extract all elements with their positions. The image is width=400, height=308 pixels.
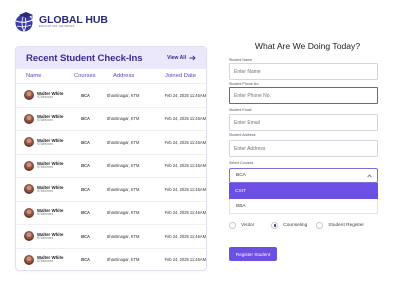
- student-phone: 97##xxxxx: [37, 188, 54, 193]
- table-row[interactable]: Walter White 97##xxxxx BCA Shantinagar, KTM…: [16, 108, 206, 131]
- view-all-label: View All: [167, 55, 186, 61]
- student-phone: 97##xxxxx: [37, 94, 54, 99]
- student-cell: Walter White 97##xxxxx: [16, 160, 67, 171]
- student-email-label: Student Email: [229, 108, 252, 112]
- radio-counseling[interactable]: Counseling: [271, 222, 307, 229]
- radio-counseling-indicator[interactable]: [271, 222, 279, 229]
- brand-tagline: EDUCATION NETWORK: [39, 25, 75, 29]
- table-row[interactable]: Walter White 97##xxxxx BCA Shantinagar, KTM…: [16, 84, 206, 108]
- radio-visitor[interactable]: Visitor: [229, 222, 254, 229]
- student-address-input[interactable]: [229, 140, 378, 157]
- recent-checkins-panel: Recent Student Check-Ins View All Name C…: [15, 46, 207, 271]
- joined-date: Feb 24, 2025 11:45AM: [164, 257, 206, 263]
- student-address: Shantinagar, KTM: [106, 116, 140, 122]
- avatar: [24, 113, 34, 124]
- student-address: Shantinagar, KTM: [106, 210, 140, 216]
- joined-date: Feb 24, 2025 11:45AM: [164, 163, 206, 169]
- student-course: BCA: [81, 233, 91, 239]
- student-course: BCA: [81, 92, 91, 98]
- joined-date: Feb 24, 2025 11:45AM: [164, 186, 206, 192]
- student-course: BCA: [81, 163, 91, 169]
- panel-title: Recent Student Check-Ins: [26, 52, 143, 64]
- student-cell: Walter White 97##xxxxx: [16, 207, 67, 218]
- student-cell: Walter White 97##xxxxx: [16, 90, 67, 101]
- avatar: [24, 90, 34, 101]
- student-address: Shantinagar, KTM: [106, 257, 140, 263]
- student-email-input[interactable]: [229, 114, 378, 131]
- avatar: [24, 254, 34, 265]
- globe-graduation-cap-icon: [13, 11, 37, 33]
- column-header-joined-date: Joined Date: [165, 73, 196, 79]
- table-row[interactable]: Walter White 97##xxxxx BCA Shantinagar, KTM…: [16, 131, 206, 155]
- radio-student-register[interactable]: Student Register: [316, 222, 364, 229]
- student-cell: Walter White 97##xxxxx: [16, 254, 67, 265]
- courses-selected-value: BCA: [236, 173, 246, 178]
- student-phone: 97##xxxxx: [37, 141, 54, 146]
- joined-date: Feb 24, 2025 11:45AM: [164, 139, 206, 145]
- table-row[interactable]: Walter White 97##xxxxx BCA Shantinagar, KTM…: [16, 249, 206, 271]
- student-cell: Walter White 97##xxxxx: [16, 184, 67, 195]
- student-address: Shantinagar, KTM: [106, 92, 140, 98]
- student-address: Shantinagar, KTM: [106, 163, 140, 169]
- radio-visitor-label: Visitor: [241, 223, 255, 228]
- student-phone-input[interactable]: [229, 87, 378, 104]
- radio-student-register-label: Student Register: [328, 223, 364, 228]
- radio-counseling-label: Counseling: [283, 223, 308, 228]
- student-cell: Walter White 97##xxxxx: [16, 113, 67, 124]
- chevron-up-icon: [367, 173, 372, 177]
- joined-date: Feb 24, 2025 11:45AM: [164, 116, 206, 122]
- student-cell: Walter White 97##xxxxx: [16, 231, 67, 242]
- student-phone: 97##xxxxx: [37, 259, 54, 264]
- form-title: What Are We Doing Today?: [254, 41, 361, 51]
- radio-visitor-indicator[interactable]: [229, 222, 236, 229]
- student-course: BCA: [81, 210, 91, 216]
- courses-select[interactable]: BCA: [229, 168, 378, 183]
- joined-date: Feb 24, 2025 11:45AM: [164, 210, 206, 216]
- student-phone: 97##xxxxx: [37, 235, 54, 240]
- student-course: BCA: [81, 116, 91, 122]
- student-address: Shantinagar, KTM: [106, 233, 140, 239]
- panel-header: Recent Student Check-Ins View All: [16, 47, 206, 69]
- table-row[interactable]: Walter White 97##xxxxx BCA Shantinagar, KTM…: [16, 225, 206, 249]
- course-option-bba[interactable]: BBA: [229, 199, 378, 214]
- student-address: Shantinagar, KTM: [106, 186, 140, 192]
- arrow-right-icon: [189, 55, 196, 61]
- column-header-courses: Courses: [74, 73, 96, 79]
- table-row[interactable]: Walter White 97##xxxxx BCA Shantinagar, KTM…: [16, 155, 206, 178]
- student-address: Shantinagar, KTM: [106, 139, 140, 145]
- table-body: Walter White 97##xxxxx BCA Shantinagar, KTM…: [16, 84, 206, 271]
- avatar: [24, 184, 34, 195]
- avatar: [24, 207, 34, 218]
- column-header-address: Address: [113, 73, 135, 79]
- student-address-label: Student Address: [229, 133, 256, 137]
- student-phone: 97##xxxxx: [37, 212, 54, 217]
- student-name-label: Student Name: [229, 58, 252, 62]
- table-row[interactable]: Walter White 97##xxxxx BCA Shantinagar, KTM…: [16, 178, 206, 202]
- select-courses-label: Select Courses: [229, 161, 254, 165]
- student-name-input[interactable]: [229, 63, 378, 80]
- avatar: [24, 231, 34, 242]
- radio-student-register-indicator[interactable]: [316, 222, 324, 229]
- student-course: BCA: [81, 186, 91, 192]
- student-cell: Walter White 97##xxxxx: [16, 137, 67, 148]
- register-student-button[interactable]: Register Student: [229, 247, 277, 261]
- avatar: [24, 160, 34, 171]
- joined-date: Feb 24, 2025 11:45AM: [164, 92, 206, 98]
- joined-date: Feb 24, 2025 11:45AM: [164, 233, 206, 239]
- table-row[interactable]: Walter White 97##xxxxx BCA Shantinagar, KTM…: [16, 202, 206, 225]
- student-phone: 97##xxxxx: [37, 118, 54, 123]
- view-all-link[interactable]: View All: [167, 55, 196, 61]
- student-course: BCA: [81, 257, 91, 263]
- table-header: Name Courses Address Joined Date: [16, 69, 206, 84]
- student-course: BCA: [81, 139, 91, 145]
- brand-name: GLOBAL HUB: [39, 13, 108, 26]
- purpose-radio-group: Visitor Counseling Student Register: [229, 222, 364, 229]
- course-option-csit[interactable]: CSIT: [229, 183, 378, 199]
- student-phone: 97##xxxxx: [37, 165, 54, 170]
- column-header-name: Name: [26, 73, 42, 79]
- avatar: [24, 137, 34, 148]
- student-phone-label: Student Phone No.: [229, 82, 260, 86]
- logo: GLOBAL HUB EDUCATION NETWORK: [13, 9, 108, 35]
